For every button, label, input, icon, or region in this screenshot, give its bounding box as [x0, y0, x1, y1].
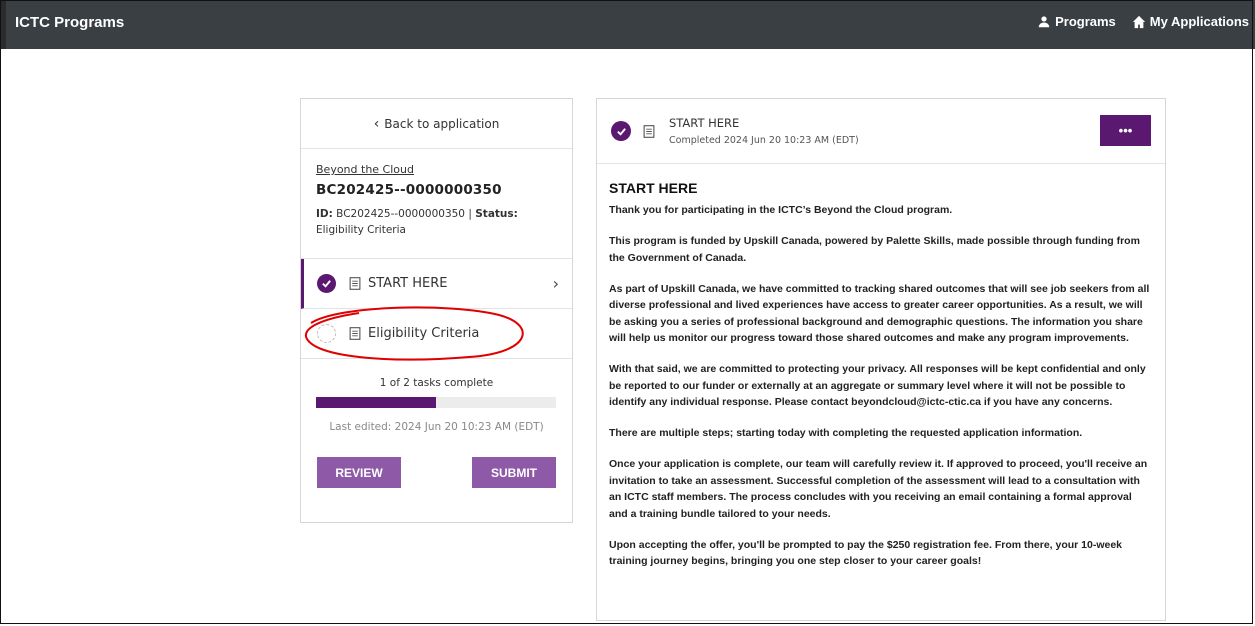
app-title[interactable]: ICTC Programs	[15, 14, 124, 31]
submit-button[interactable]: SUBMIT	[472, 457, 556, 488]
back-to-application-link[interactable]: ‹ Back to application	[301, 99, 572, 149]
id-value: BC202425--0000000350	[336, 208, 465, 220]
more-options-button[interactable]: •••	[1100, 115, 1151, 146]
paragraph: Once your application is complete, our t…	[609, 458, 1148, 520]
nav-my-applications[interactable]: My Applications	[1132, 14, 1249, 29]
application-info: Beyond the Cloud BC202425--0000000350 ID…	[301, 149, 572, 259]
id-label: ID:	[316, 208, 333, 220]
check-circle-icon	[317, 274, 336, 293]
task-header: START HERE Completed 2024 Jun 20 10:23 A…	[597, 99, 1165, 164]
document-icon	[349, 277, 361, 290]
progress-section: 1 of 2 tasks complete Last edited: 2024 …	[301, 359, 572, 433]
progress-text: 1 of 2 tasks complete	[379, 377, 494, 389]
task-content-panel: START HERE Completed 2024 Jun 20 10:23 A…	[596, 98, 1166, 621]
status-value: Eligibility Criteria	[316, 224, 406, 236]
document-icon	[643, 124, 655, 138]
home-icon	[1132, 15, 1145, 28]
chevron-right-icon: ›	[552, 274, 559, 293]
task-completed-date: Completed 2024 Jun 20 10:23 AM (EDT)	[669, 135, 859, 146]
chevron-left-icon: ‹	[373, 115, 380, 132]
paragraph: This program is funded by Upskill Canada…	[609, 235, 1140, 264]
action-buttons: REVIEW SUBMIT	[301, 433, 572, 488]
status-label: Status:	[475, 208, 518, 220]
nav-programs-label: Programs	[1055, 14, 1116, 29]
top-navbar: ICTC Programs Programs My Applications	[0, 0, 1255, 49]
last-edited: Last edited: 2024 Jun 20 10:23 AM (EDT)	[329, 421, 544, 433]
task-label: Eligibility Criteria	[368, 326, 480, 341]
paragraph: Thank you for participating in the ICTC’…	[609, 204, 953, 216]
task-header-title: START HERE	[669, 116, 740, 130]
meta-separator: |	[468, 208, 472, 220]
paragraph: With that said, we are committed to prot…	[609, 363, 1146, 408]
progress-bar-fill	[316, 397, 436, 408]
application-code: BC202425--0000000350	[316, 182, 502, 198]
review-button[interactable]: REVIEW	[317, 457, 401, 488]
nav-my-applications-label: My Applications	[1149, 14, 1249, 29]
progress-bar	[316, 397, 556, 408]
program-link[interactable]: Beyond the Cloud	[316, 163, 557, 176]
task-start-here[interactable]: START HERE ›	[301, 259, 572, 309]
users-icon	[1038, 15, 1050, 27]
check-circle-icon	[611, 121, 631, 141]
paragraph: Upon accepting the offer, you'll be prom…	[609, 538, 1123, 568]
task-body: START HERE Thank you for participating i…	[597, 164, 1165, 570]
paragraph: As part of Upskill Canada, we have commi…	[609, 282, 1150, 345]
application-sidebar: ‹ Back to application Beyond the Cloud B…	[300, 98, 573, 523]
top-nav: Programs My Applications	[1037, 14, 1249, 29]
empty-circle-icon	[317, 324, 336, 343]
paragraph: There are multiple steps; starting today…	[609, 427, 1083, 439]
back-label: Back to application	[384, 116, 500, 131]
task-label: START HERE	[368, 276, 448, 291]
task-eligibility-criteria[interactable]: Eligibility Criteria	[301, 306, 572, 361]
document-icon	[349, 327, 361, 340]
task-header-text: START HERE Completed 2024 Jun 20 10:23 A…	[669, 116, 859, 146]
nav-programs[interactable]: Programs	[1037, 14, 1116, 29]
task-heading: START HERE	[609, 180, 698, 196]
application-meta: ID: BC202425--0000000350 | Status: Eligi…	[316, 206, 557, 238]
